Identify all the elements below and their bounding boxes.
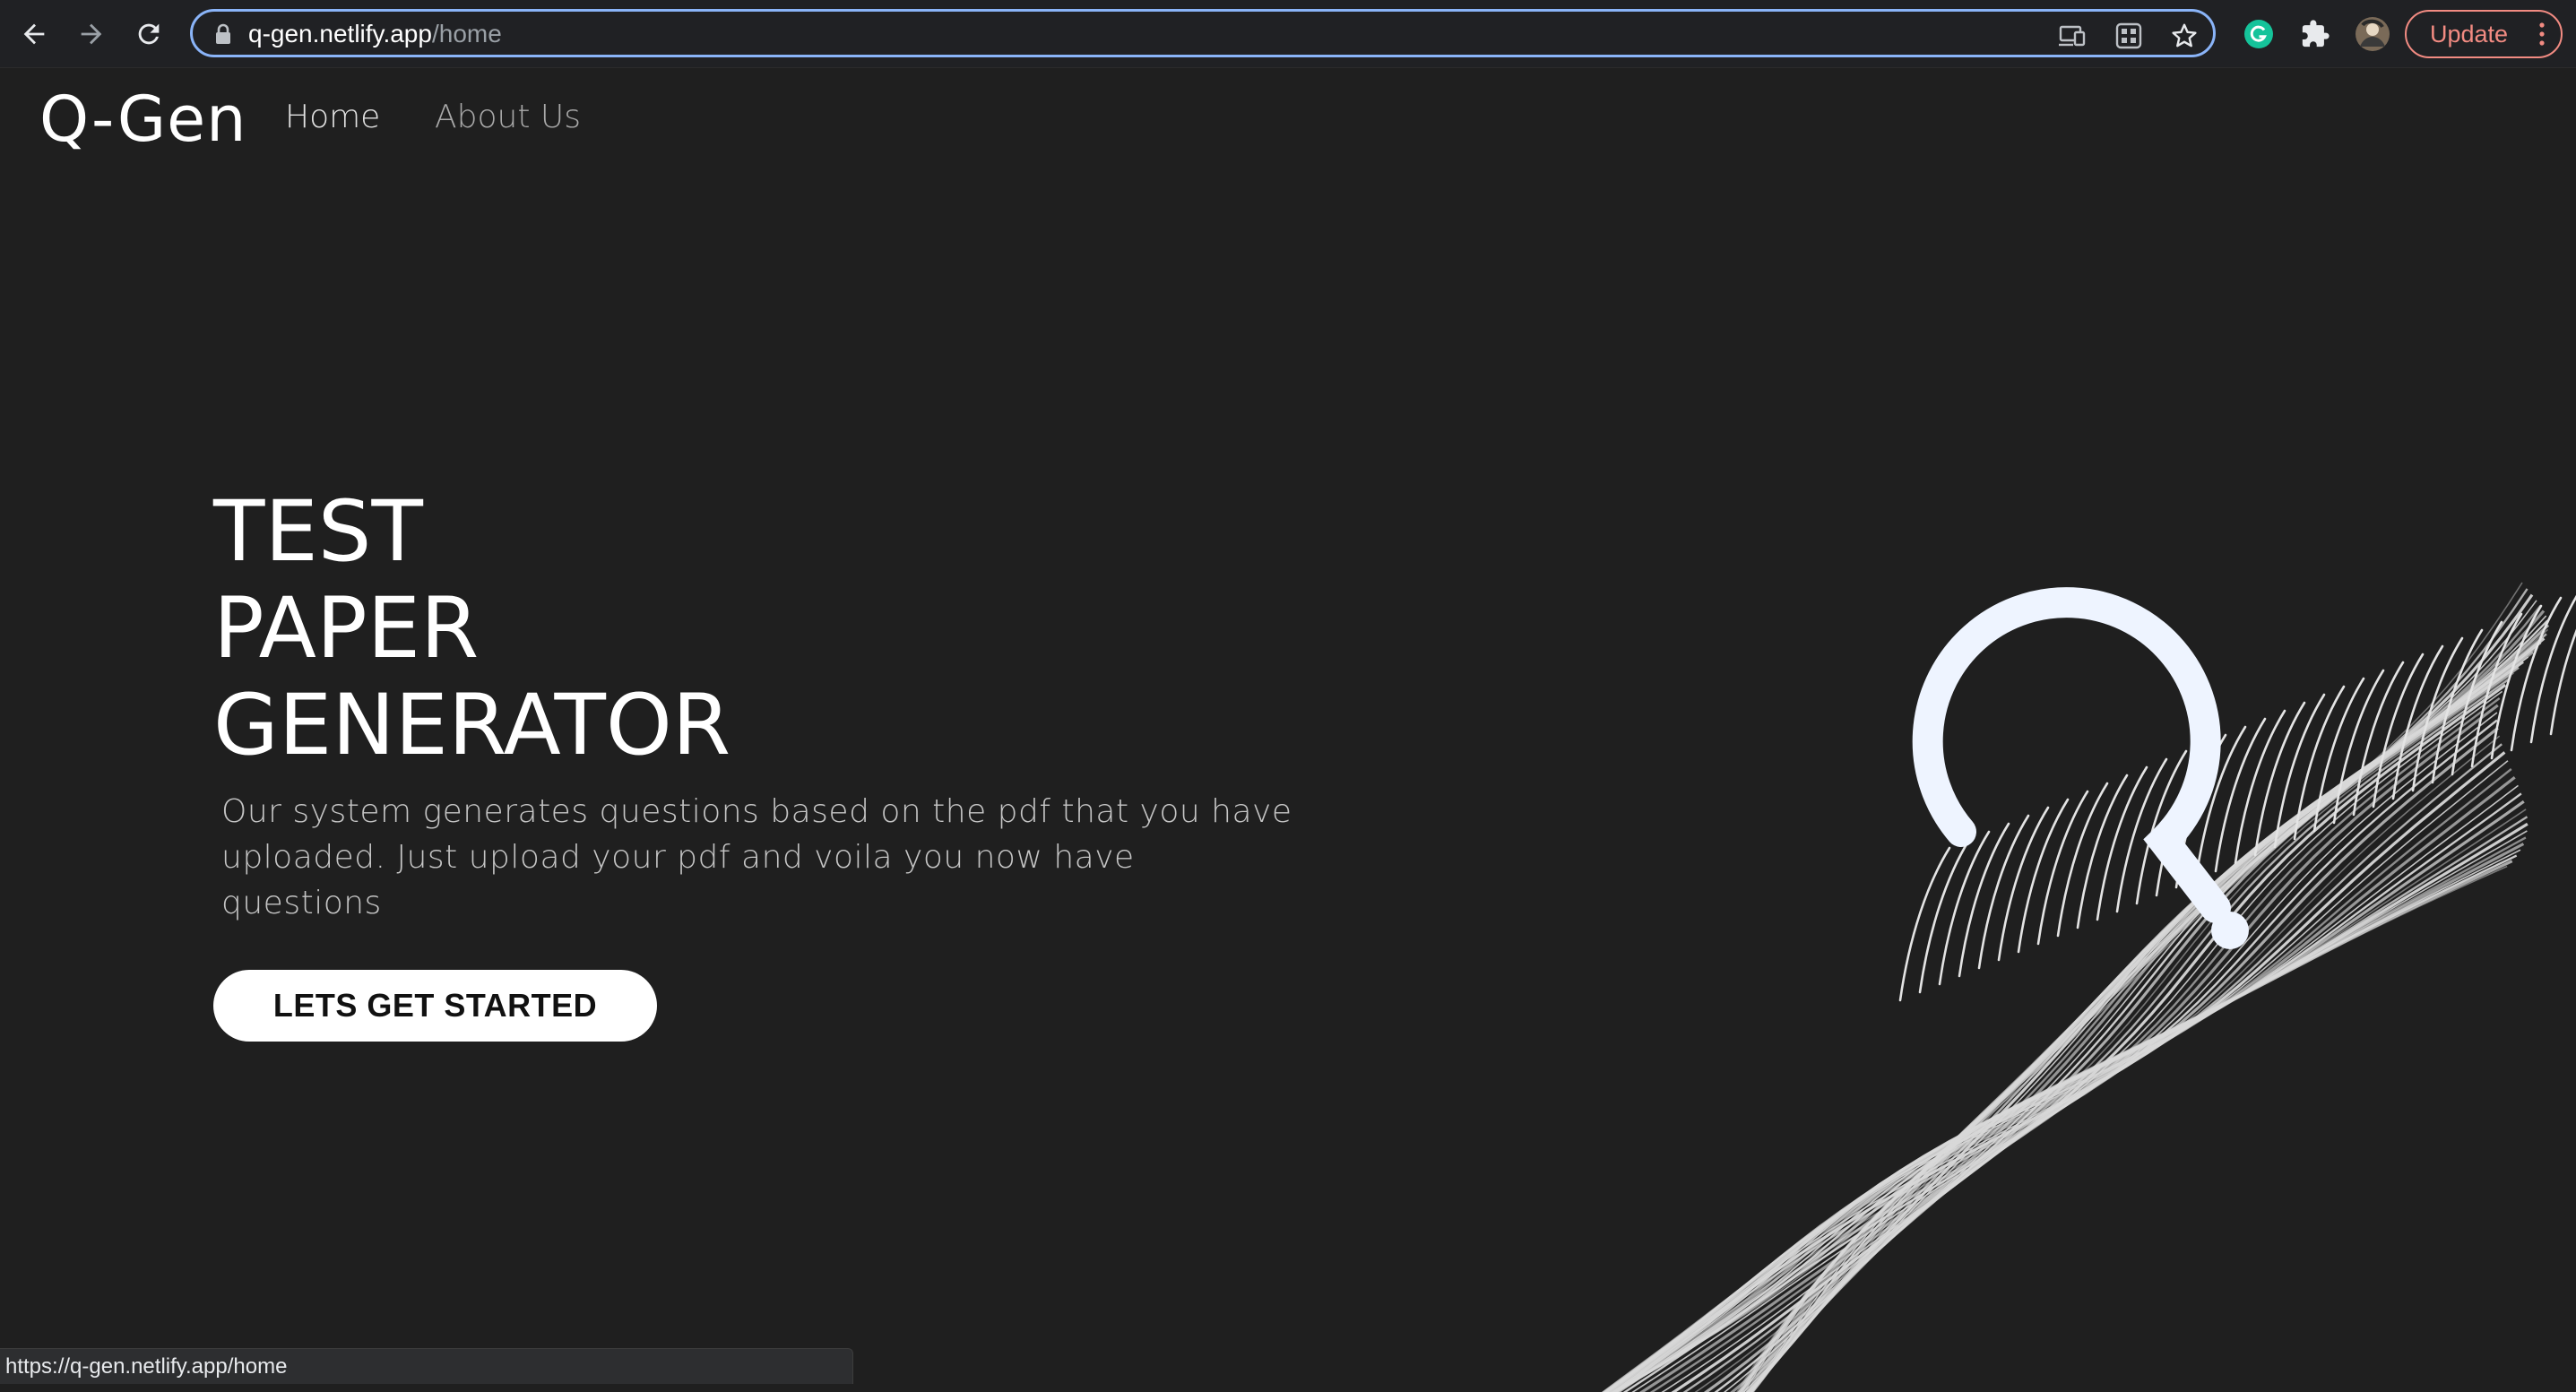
forward-arrow-icon [81, 23, 102, 45]
extensions-icon [2302, 20, 2330, 48]
wave-strand [1977, 814, 2030, 970]
cast-icon [2059, 25, 2086, 47]
url-path: /home [431, 20, 502, 48]
wave-strand [1997, 806, 2050, 962]
nav-link-home[interactable]: Home [285, 99, 380, 135]
wave-strand [1918, 838, 1971, 994]
hero-title-line: TEST [213, 483, 423, 581]
wave-strand [1958, 822, 2010, 978]
hero-title-line: GENERATOR [213, 677, 731, 774]
wave-line [1602, 768, 2512, 1392]
star-icon [2172, 23, 2197, 48]
hero-title: TEST PAPER GENERATOR [213, 484, 730, 774]
address-bar[interactable]: q-gen.netlify.app/home [190, 9, 2216, 57]
profile-avatar [2356, 17, 2390, 51]
wave-strand [2036, 790, 2089, 946]
update-button-label: Update [2430, 21, 2509, 48]
wave-strand [2096, 765, 2148, 921]
hero-description: Our system generates questions based on … [221, 793, 1292, 921]
back-button[interactable] [13, 13, 56, 56]
wave-line [1603, 760, 2509, 1392]
wave-strand [1898, 846, 1951, 1002]
qr-code-button[interactable] [2114, 21, 2144, 51]
wave-strand [1938, 830, 1991, 986]
wave-line [1601, 775, 2516, 1392]
qr-code-icon [2115, 22, 2142, 49]
wave-strand [2056, 782, 2109, 938]
wave-line [1604, 784, 2519, 1392]
reload-icon [138, 23, 160, 45]
back-arrow-icon [23, 23, 45, 45]
grammarly-icon [2244, 20, 2273, 48]
link-status-bar: https://q-gen.netlify.app/home [0, 1348, 853, 1384]
update-button[interactable]: Update [2405, 10, 2563, 58]
page-content: Q-Gen Home About Us TEST PAPER GENERATOR… [0, 68, 2576, 1392]
hero-title-line: PAPER [213, 580, 480, 678]
get-started-button[interactable]: LETS GET STARTED [213, 970, 657, 1042]
wave-strand [2076, 774, 2129, 929]
wave-lines [1601, 582, 2576, 1392]
lock-icon [216, 23, 230, 44]
wave-question-illustration [1601, 582, 2576, 1392]
nav-link-about-us[interactable]: About Us [435, 99, 581, 135]
menu-dots-icon [2539, 22, 2545, 46]
forward-button[interactable] [70, 13, 113, 56]
reload-button[interactable] [127, 13, 170, 56]
url-text: q-gen.netlify.app/home [248, 20, 502, 48]
bookmark-star-button[interactable] [2169, 21, 2200, 51]
url-host: q-gen.netlify.app [248, 20, 432, 48]
site-logo[interactable]: Q-Gen [39, 82, 247, 156]
profile-button[interactable] [2355, 16, 2390, 52]
grammarly-extension-button[interactable] [2241, 16, 2277, 52]
browser-toolbar: q-gen.netlify.app/home Update [0, 0, 2576, 68]
cast-button[interactable] [2057, 21, 2088, 51]
extensions-button[interactable] [2297, 16, 2333, 52]
wave-strand [2017, 798, 2070, 954]
